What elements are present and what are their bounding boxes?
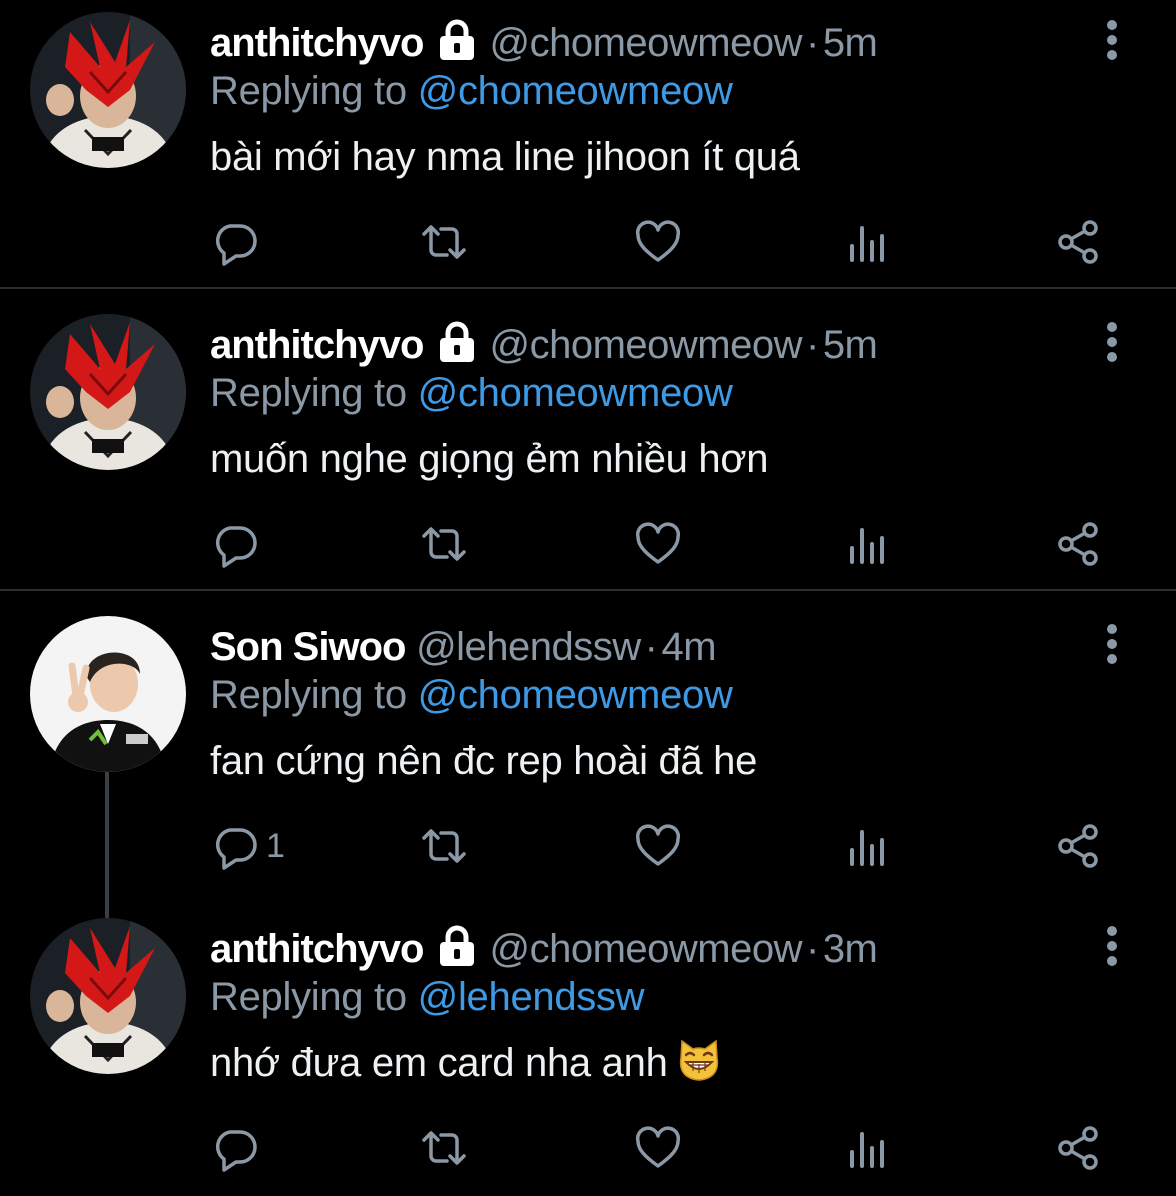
more-icon[interactable] [1098, 320, 1126, 364]
share-icon [1058, 824, 1098, 868]
replying-to-link[interactable]: @lehendssw [418, 975, 645, 1019]
separator-dot: · [644, 625, 658, 669]
replying-prefix: Replying to [210, 673, 407, 717]
views-icon [850, 528, 884, 564]
display-name[interactable]: Son Siwoo [210, 625, 406, 669]
replying-to: Replying to @chomeowmeow [210, 66, 733, 116]
retweet-icon [422, 527, 466, 561]
like-button[interactable] [634, 818, 682, 874]
display-name[interactable]: anthitchyvo [210, 21, 424, 65]
like-icon [635, 522, 681, 564]
share-icon [1058, 220, 1098, 264]
views-icon [850, 1132, 884, 1168]
replying-to: Replying to @lehendssw [210, 972, 645, 1022]
timestamp[interactable]: 5m [823, 323, 878, 367]
lock-icon [440, 19, 475, 60]
tweet-text: bài mới hay nma line jihoon ít quá [210, 135, 800, 179]
reply-button[interactable] [212, 214, 266, 270]
views-button[interactable] [844, 1120, 892, 1176]
replying-to-link[interactable]: @chomeowmeow [418, 673, 733, 717]
retweet-icon [422, 829, 466, 863]
like-button[interactable] [634, 1120, 682, 1176]
tweet-header: Son Siwoo @lehendssw · 4m [210, 622, 717, 672]
tweet-actions [0, 214, 1176, 270]
more-icon[interactable] [1098, 18, 1126, 62]
tweet-actions [0, 516, 1176, 572]
share-icon [1058, 1126, 1098, 1170]
lock-icon [440, 321, 475, 362]
reply-icon [215, 828, 257, 870]
tweet-text-content: nhớ đưa em card nha anh [210, 1041, 668, 1085]
replying-to: Replying to @chomeowmeow [210, 368, 733, 418]
tweet-actions: 1 [0, 818, 1176, 874]
avatar[interactable] [30, 12, 186, 168]
user-handle[interactable]: @chomeowmeow [489, 927, 802, 971]
tweet-header: anthitchyvo @chomeowmeow · 5m [210, 18, 878, 68]
retweet-icon [422, 1131, 466, 1165]
timestamp[interactable]: 3m [823, 927, 878, 971]
views-button[interactable] [844, 214, 892, 270]
reply-button[interactable] [212, 516, 266, 572]
avatar[interactable] [30, 918, 186, 1074]
share-button[interactable] [1054, 1120, 1102, 1176]
replying-to-link[interactable]: @chomeowmeow [418, 371, 733, 415]
separator-dot: · [805, 927, 819, 971]
lock-icon [440, 925, 475, 966]
like-icon [635, 1126, 681, 1168]
tweet-text: nhớ đưa em card nha anh [210, 1038, 722, 1088]
share-icon [1058, 522, 1098, 566]
more-icon[interactable] [1098, 622, 1126, 666]
display-name[interactable]: anthitchyvo [210, 927, 424, 971]
retweet-icon [422, 225, 466, 259]
reply-icon [215, 224, 257, 266]
tweet[interactable]: Son Siwoo @lehendssw · 4m Replying to @cho… [0, 604, 1176, 894]
timestamp[interactable]: 4m [662, 625, 717, 669]
separator-dot: · [805, 323, 819, 367]
tweet[interactable]: anthitchyvo @chomeowmeow · 3m Replying to … [0, 906, 1176, 1196]
tweet[interactable]: anthitchyvo @chomeowmeow · 5m Replying to … [0, 302, 1176, 592]
tweet-text: muốn nghe giọng ẻm nhiều hơn [210, 437, 769, 481]
separator-dot: · [805, 21, 819, 65]
share-button[interactable] [1054, 516, 1102, 572]
like-icon [635, 220, 681, 262]
replying-prefix: Replying to [210, 975, 407, 1019]
avatar[interactable] [30, 314, 186, 470]
views-button[interactable] [844, 818, 892, 874]
like-button[interactable] [634, 516, 682, 572]
tweet-header: anthitchyvo @chomeowmeow · 3m [210, 924, 878, 974]
retweet-button[interactable] [420, 214, 468, 270]
like-button[interactable] [634, 214, 682, 270]
timestamp[interactable]: 5m [823, 21, 878, 65]
reply-count: 1 [266, 826, 285, 865]
replying-prefix: Replying to [210, 371, 407, 415]
retweet-button[interactable] [420, 818, 468, 874]
views-icon [850, 830, 884, 866]
tweet-actions [0, 1120, 1176, 1176]
grinning-cat-emoji [679, 1039, 718, 1081]
user-handle[interactable]: @chomeowmeow [489, 21, 802, 65]
tweet-header: anthitchyvo @chomeowmeow · 5m [210, 320, 878, 370]
reply-icon [215, 526, 257, 568]
retweet-button[interactable] [420, 1120, 468, 1176]
share-button[interactable] [1054, 214, 1102, 270]
retweet-button[interactable] [420, 516, 468, 572]
replying-to: Replying to @chomeowmeow [210, 670, 733, 720]
user-handle[interactable]: @chomeowmeow [489, 323, 802, 367]
display-name[interactable]: anthitchyvo [210, 323, 424, 367]
like-icon [635, 824, 681, 866]
avatar[interactable] [30, 616, 186, 772]
views-icon [850, 226, 884, 262]
tweet-text: fan cứng nên đc rep hoài đã he [210, 739, 758, 783]
tweet[interactable]: anthitchyvo @chomeowmeow · 5m Replying to … [0, 0, 1176, 290]
user-handle[interactable]: @lehendssw [416, 625, 641, 669]
reply-icon [215, 1130, 257, 1172]
views-button[interactable] [844, 516, 892, 572]
reply-button[interactable] [212, 1120, 266, 1176]
more-icon[interactable] [1098, 924, 1126, 968]
replying-to-link[interactable]: @chomeowmeow [418, 69, 733, 113]
replying-prefix: Replying to [210, 69, 407, 113]
reply-button[interactable]: 1 [212, 818, 285, 874]
share-button[interactable] [1054, 818, 1102, 874]
